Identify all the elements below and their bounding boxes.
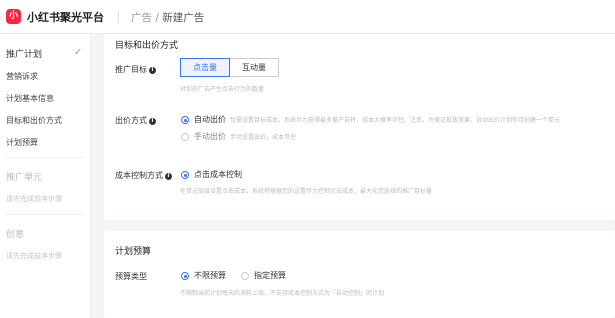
cost-click-radio[interactable] xyxy=(181,171,189,179)
sidebar-item-marketing[interactable]: 营销诉求 xyxy=(6,71,38,82)
budget-unlimited-option[interactable]: 不限预算 xyxy=(194,270,226,281)
budget-type-label: 预算类型 xyxy=(115,272,147,281)
breadcrumb: 广告 / 新建广告 xyxy=(131,10,204,25)
budget-unlimited-radio[interactable] xyxy=(181,272,189,280)
brand-logo-icon[interactable]: 小 xyxy=(6,9,21,24)
budget-title: 计划预算 xyxy=(115,247,152,257)
step-creative-title: 创意 xyxy=(6,230,25,240)
bid-auto-option[interactable]: 自动出价 仅需设置目标成本，系统尽力获得最多量产自转，成本大概率可控。注意，为保证… xyxy=(194,114,560,125)
bid-manual-radio[interactable] xyxy=(181,133,189,141)
goal-option-engagement[interactable]: 互动量 xyxy=(229,58,279,77)
header-divider xyxy=(118,11,119,23)
goal-option-click[interactable]: 点击量 xyxy=(180,58,230,77)
brand-name[interactable]: 小红书聚光平台 xyxy=(27,9,104,25)
step-unit-hint: 请先完成前序步骤 xyxy=(6,195,62,203)
sidebar-divider xyxy=(6,157,84,158)
goal-label-text: 推广目标 xyxy=(115,65,147,74)
goal-label: 推广目标 i xyxy=(115,64,156,75)
step-creative-hint: 请先完成前序步骤 xyxy=(6,252,62,260)
step-unit-title: 推广单元 xyxy=(6,173,43,183)
bid-auto-radio[interactable] xyxy=(181,116,189,124)
check-icon: ✓ xyxy=(74,47,83,58)
cost-label: 成本控制方式 i xyxy=(115,170,172,181)
step-plan-title[interactable]: 推广计划 xyxy=(6,47,42,60)
budget-fixed-option[interactable]: 指定预算 xyxy=(254,270,286,281)
info-icon[interactable]: i xyxy=(149,118,156,125)
budget-fixed-radio[interactable] xyxy=(241,272,249,280)
breadcrumb-current: 新建广告 xyxy=(162,12,205,24)
cost-click-option[interactable]: 点击成本控制 xyxy=(194,169,242,180)
goal-bid-card: 目标和出价方式 推广目标 i 点击量 互动量 对你的广告产生点击行为的数量 出价方… xyxy=(104,34,615,220)
goal-hint: 对你的广告产生点击行为的数量 xyxy=(180,86,265,93)
breadcrumb-parent[interactable]: 广告 xyxy=(131,12,152,24)
bid-manual-desc: 手动设置出价，成本可控 xyxy=(230,134,297,141)
breadcrumb-separator: / xyxy=(155,12,159,24)
top-bar: 小 小红书聚光平台 广告 / 新建广告 xyxy=(0,0,615,34)
cost-hint: 在单元层级设置点击成本，系统将根据您的设置尽力控制点击成本，最大化您选择的推广目… xyxy=(180,188,433,195)
cost-label-text: 成本控制方式 xyxy=(115,171,163,180)
bid-auto-label: 自动出价 xyxy=(194,115,226,124)
sidebar-item-goal-bid[interactable]: 目标和出价方式 xyxy=(6,115,62,126)
bid-auto-desc: 仅需设置目标成本，系统尽力获得最多量产自转，成本大概率可控。注意，为保证投放效果… xyxy=(230,117,561,124)
info-icon[interactable]: i xyxy=(165,173,172,180)
sidebar-item-basic-info[interactable]: 计划基本信息 xyxy=(6,93,54,104)
bid-manual-label: 手动出价 xyxy=(194,132,226,141)
bid-manual-option[interactable]: 手动出价 手动设置出价，成本可控 xyxy=(194,131,296,142)
budget-card: 计划预算 预算类型 不限预算 指定预算 不限制当前计划每天的消耗上限，不支持成本… xyxy=(104,231,615,318)
bid-label: 出价方式 i xyxy=(115,115,156,126)
sidebar-divider xyxy=(6,214,84,215)
step-sidebar: 推广计划 ✓ 营销诉求 计划基本信息 目标和出价方式 计划预算 推广单元 请先完… xyxy=(0,34,91,318)
budget-hint: 不限制当前计划每天的消耗上限，不支持成本控制方式为「自动控制」的计划 xyxy=(180,290,385,297)
section-title: 目标和出价方式 xyxy=(115,41,179,51)
sidebar-item-budget[interactable]: 计划预算 xyxy=(6,137,38,148)
info-icon[interactable]: i xyxy=(149,67,156,74)
bid-label-text: 出价方式 xyxy=(115,116,147,125)
